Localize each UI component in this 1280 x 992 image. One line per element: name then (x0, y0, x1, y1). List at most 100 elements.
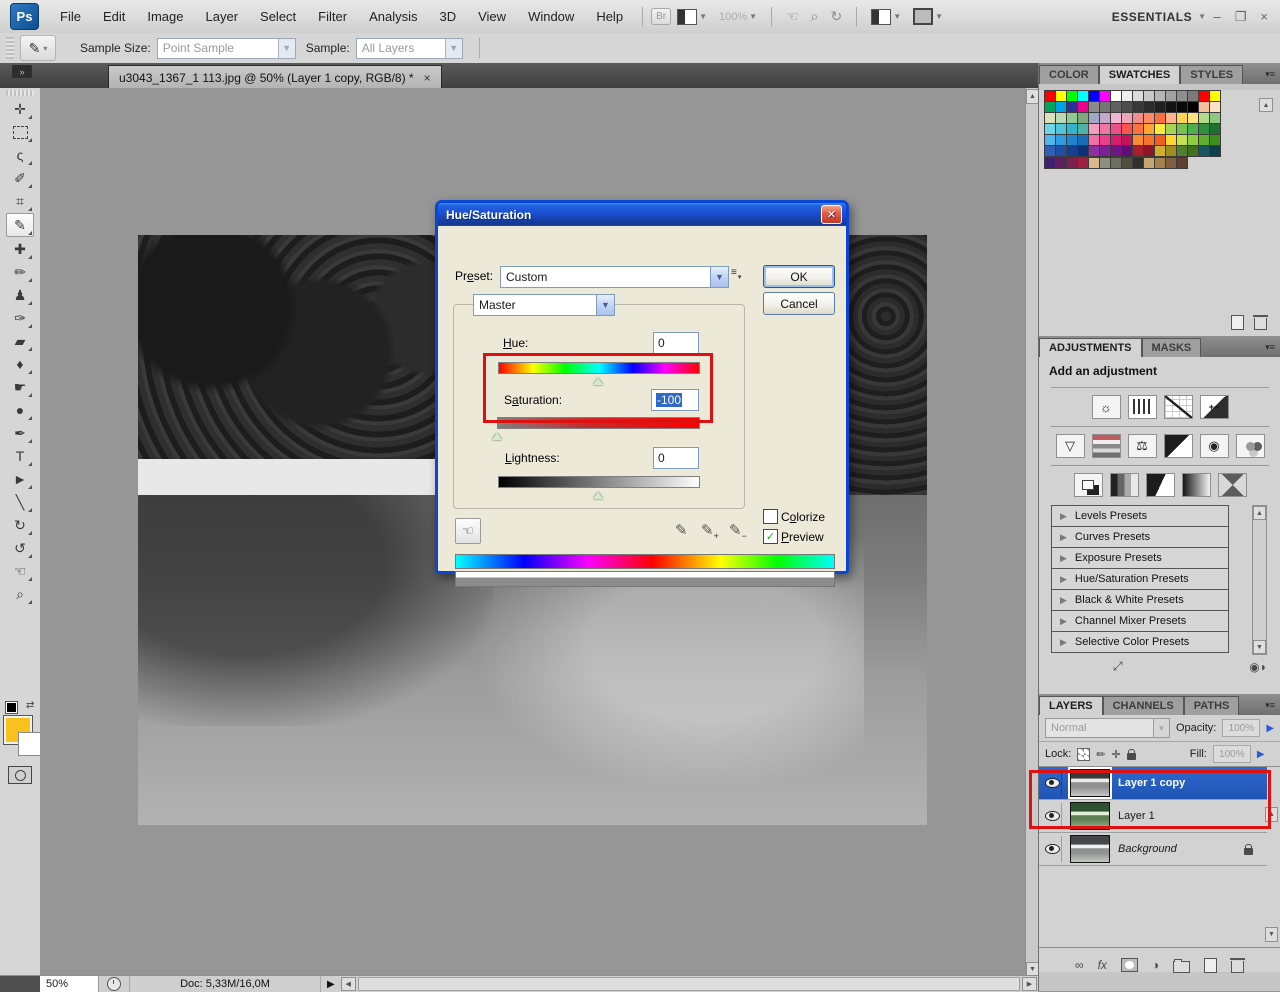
delete-layer-icon[interactable] (1230, 957, 1246, 973)
color-swatch[interactable] (1089, 135, 1099, 145)
colorize-checkbox[interactable] (763, 509, 778, 524)
color-swatch[interactable] (1045, 113, 1055, 123)
color-swatch[interactable] (1056, 113, 1066, 123)
add-layer-mask-icon[interactable] (1120, 958, 1138, 972)
color-swatch[interactable] (1045, 124, 1055, 134)
opacity-arrow-icon[interactable]: ▶ (1266, 723, 1274, 734)
type-tool[interactable]: T (7, 445, 33, 467)
adj-brightness-contrast-icon[interactable]: ☼ (1091, 395, 1121, 419)
color-swatch[interactable] (1067, 91, 1077, 101)
color-swatch[interactable] (1122, 146, 1132, 156)
ok-button[interactable]: OK (763, 265, 835, 288)
paint-bucket-tool[interactable]: ♦ (7, 353, 33, 375)
color-swatch[interactable] (1078, 146, 1088, 156)
color-swatch[interactable] (1144, 102, 1154, 112)
color-swatch[interactable] (1122, 102, 1132, 112)
adj-channel-mixer-icon[interactable] (1235, 434, 1265, 458)
color-swatch[interactable] (1166, 146, 1176, 156)
hue-saturation-dialog[interactable]: Hue/Saturation ✕ Preset: Custom ▼ ≡ ▾ OK C… (435, 200, 849, 587)
color-swatch[interactable] (1089, 146, 1099, 156)
color-swatch[interactable] (1210, 113, 1220, 123)
dialog-close-button[interactable]: ✕ (821, 205, 842, 224)
saturation-slider-marker[interactable] (492, 428, 502, 440)
eyedropper-sample-icon[interactable]: ✎ (675, 521, 688, 539)
eyedropper-tool[interactable]: ✎ (6, 213, 34, 237)
adj-black-white-icon[interactable] (1163, 434, 1193, 458)
panel-menu-icon[interactable]: ▾≡ (1265, 342, 1280, 357)
color-swatch[interactable] (1122, 135, 1132, 145)
adj-exposure-icon[interactable]: +− (1199, 395, 1229, 419)
zoom-level-control[interactable]: 100% ▼ (719, 11, 757, 23)
layer-row-background[interactable]: Background (1039, 833, 1267, 866)
layer-style-icon[interactable]: fx (1098, 958, 1107, 972)
adj-curves-icon[interactable] (1163, 395, 1193, 419)
color-swatch[interactable] (1122, 113, 1132, 123)
sample-select[interactable]: All Layers ▼ (355, 37, 463, 59)
workspace-switcher[interactable]: ESSENTIALS ▼ (1112, 10, 1207, 24)
expand-panel-icon[interactable]: ⤢ (1113, 659, 1123, 674)
preset-select[interactable]: Custom ▼ (500, 266, 729, 288)
cancel-button[interactable]: Cancel (763, 292, 835, 315)
color-swatch[interactable] (1111, 113, 1121, 123)
tools-panel-grip[interactable] (6, 90, 34, 96)
toggle-visibility-icon[interactable]: ◉◗ (1249, 660, 1267, 674)
blend-mode-select[interactable]: Normal ▼ (1045, 718, 1170, 738)
adj-threshold-icon[interactable] (1145, 473, 1175, 497)
color-swatch[interactable] (1133, 158, 1143, 168)
color-swatch[interactable] (1210, 91, 1220, 101)
color-swatch[interactable] (1177, 158, 1187, 168)
layer-visibility-toggle[interactable] (1043, 770, 1062, 796)
color-swatch[interactable] (1188, 124, 1198, 134)
color-swatch[interactable] (1111, 102, 1121, 112)
color-swatch[interactable] (1188, 113, 1198, 123)
zoom-tool-icon[interactable]: ⌕ (811, 8, 819, 25)
color-swatch[interactable] (1089, 158, 1099, 168)
hscroll-right-icon[interactable]: ▶ (1022, 977, 1037, 991)
color-swatch[interactable] (1122, 124, 1132, 134)
adj-posterize-icon[interactable] (1109, 473, 1139, 497)
lasso-tool[interactable]: ς (7, 144, 33, 166)
hand-tool-icon[interactable]: ☜ (786, 8, 799, 25)
color-swatch[interactable] (1056, 146, 1066, 156)
history-brush-tool[interactable]: ✑ (7, 307, 33, 329)
screen-mode-icon[interactable]: ▼ (913, 8, 943, 25)
color-swatch[interactable] (1155, 158, 1165, 168)
adj-color-balance-icon[interactable]: ⚖ (1127, 434, 1157, 458)
color-swatch[interactable] (1056, 102, 1066, 112)
color-swatch[interactable] (1155, 146, 1165, 156)
channel-select[interactable]: Master ▼ (473, 294, 615, 316)
document-size-info[interactable]: Doc: 5,33M/16,0M (129, 976, 321, 992)
color-swatch[interactable] (1089, 91, 1099, 101)
color-swatch[interactable] (1100, 135, 1110, 145)
color-swatch[interactable] (1111, 146, 1121, 156)
status-zoom-field[interactable]: 50% (40, 976, 99, 992)
color-swatch[interactable] (1045, 102, 1055, 112)
preset-row-black-white-presets[interactable]: ▶ Black & White Presets (1052, 590, 1228, 611)
color-swatch[interactable] (1210, 124, 1220, 134)
color-swatch[interactable] (1089, 102, 1099, 112)
move-tool[interactable]: ✛ (7, 98, 33, 120)
color-swatch[interactable] (1155, 102, 1165, 112)
new-group-icon[interactable] (1173, 958, 1191, 973)
3d-rotate-tool[interactable]: ↻ (7, 514, 33, 536)
color-swatch[interactable] (1067, 124, 1077, 134)
options-bar-grip[interactable] (6, 37, 14, 59)
color-swatch[interactable] (1100, 146, 1110, 156)
close-button[interactable]: × (1260, 9, 1268, 24)
color-swatch[interactable] (1188, 135, 1198, 145)
clone-stamp-tool[interactable]: ♟ (7, 284, 33, 306)
color-swatch[interactable] (1111, 124, 1121, 134)
saturation-input[interactable]: -100 (651, 389, 699, 411)
layer-visibility-toggle[interactable] (1043, 803, 1062, 829)
color-swatch[interactable] (1199, 113, 1209, 123)
new-adjustment-layer-icon[interactable]: ◑ (1152, 958, 1159, 972)
path-selection-tool[interactable]: ► (7, 468, 33, 490)
color-swatch[interactable] (1045, 91, 1055, 101)
burn-tool[interactable]: ● (7, 399, 33, 421)
color-swatch[interactable] (1067, 135, 1077, 145)
color-swatch[interactable] (1166, 113, 1176, 123)
spot-healing-brush-tool[interactable]: ✚ (7, 238, 33, 260)
quick-mask-button[interactable] (8, 766, 32, 784)
color-swatch[interactable] (1155, 113, 1165, 123)
color-swatch[interactable] (1188, 146, 1198, 156)
